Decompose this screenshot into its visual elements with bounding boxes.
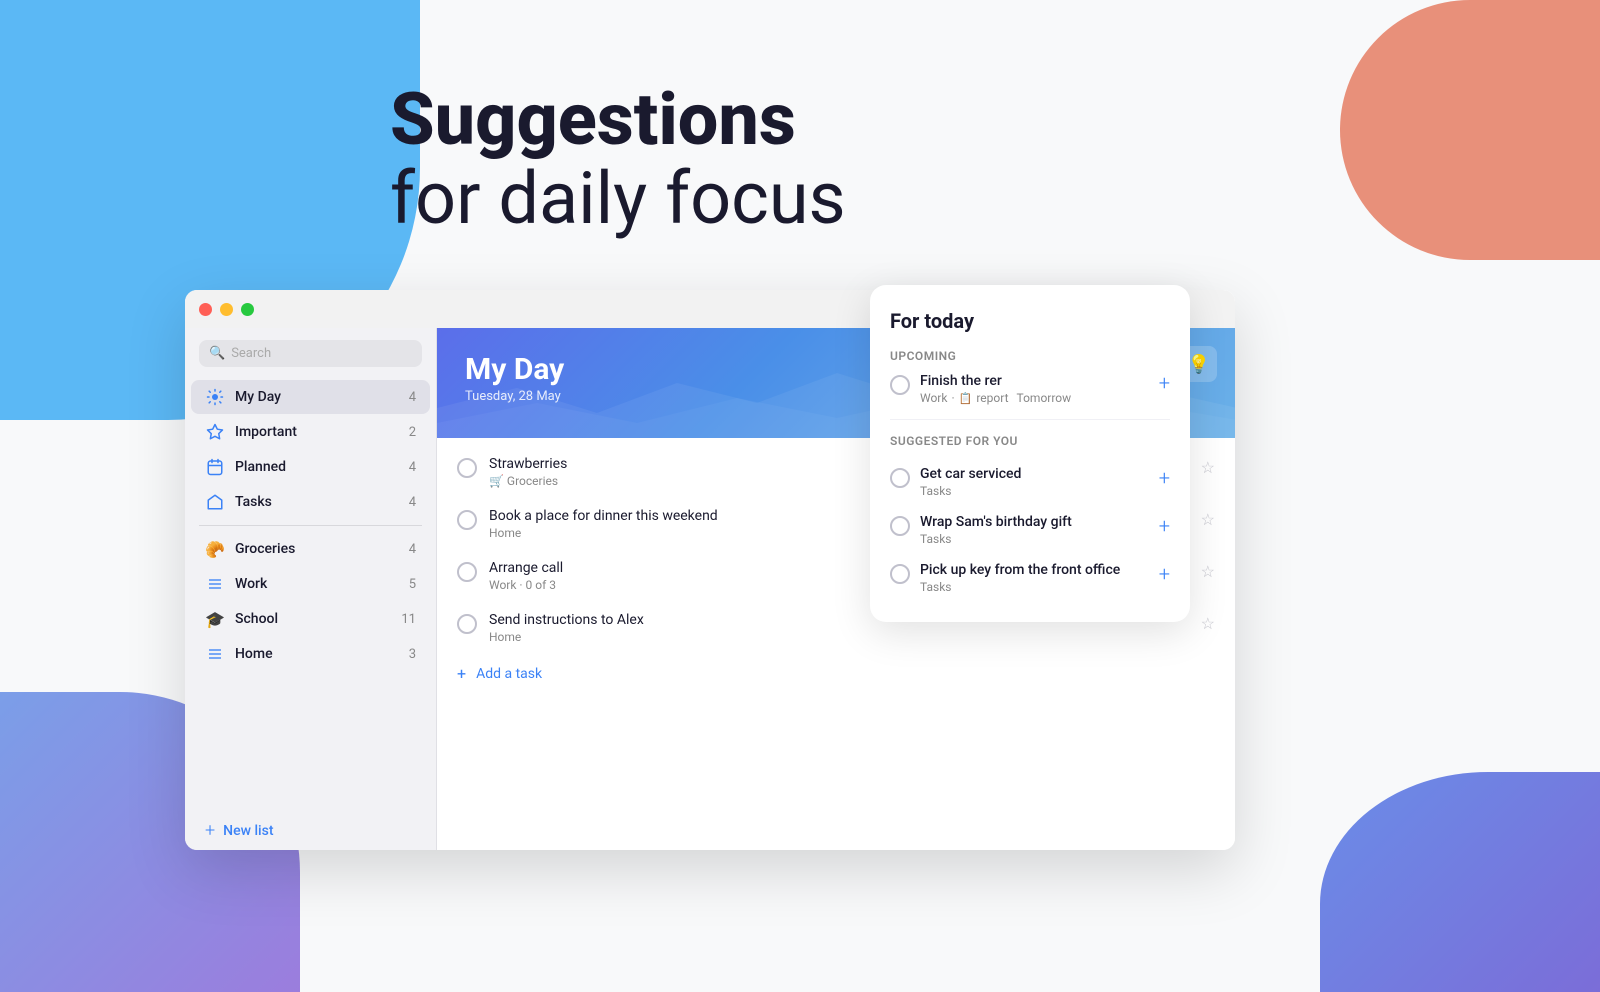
sidebar-item-planned[interactable]: Planned 4 (191, 450, 430, 484)
suggested-add-button[interactable]: + (1159, 466, 1170, 490)
list-icon-home (205, 644, 225, 664)
sidebar-item-my-day-label: My Day (235, 389, 399, 405)
hero-title: Suggestions (390, 80, 846, 159)
suggested-item-2: Wrap Sam's birthday gift Tasks + (890, 506, 1170, 554)
sidebar-item-home-count: 3 (409, 647, 416, 662)
suggested-item-1: Get car serviced Tasks + (890, 458, 1170, 506)
fullscreen-button[interactable] (241, 303, 254, 316)
upcoming-meta: Work · 📋 report Tomorrow (920, 391, 1149, 405)
suggested-title: Pick up key from the front office (920, 562, 1149, 578)
calendar-mini-icon: 📋 (959, 392, 973, 405)
sidebar-item-my-day-count: 4 (409, 390, 416, 405)
upcoming-title: Finish the rer (920, 373, 1149, 389)
task-checkbox[interactable] (457, 614, 477, 634)
for-today-panel: For today Upcoming Finish the rer Work ·… (870, 285, 1190, 622)
school-icon: 🎓 (205, 609, 225, 629)
sidebar-item-home-label: Home (235, 646, 399, 662)
suggested-item-3: Pick up key from the front office Tasks … (890, 554, 1170, 602)
list-icon-work (205, 574, 225, 594)
hero-section: Suggestions for daily focus (390, 80, 846, 238)
sidebar: 🔍 Search My Day 4 (185, 290, 437, 850)
hero-subtitle: for daily focus (390, 159, 846, 238)
sidebar-item-home[interactable]: Home 3 (191, 637, 430, 671)
sidebar-item-my-day[interactable]: My Day 4 (191, 380, 430, 414)
search-icon: 🔍 (209, 346, 225, 361)
suggested-label: Suggested for you (890, 434, 1170, 448)
add-task-button[interactable]: + Add a task (437, 654, 1235, 693)
new-list-label: New list (223, 823, 273, 839)
plus-icon: + (457, 664, 466, 683)
upcoming-meta-list: Work (920, 391, 947, 405)
task-checkbox[interactable] (457, 510, 477, 530)
add-task-label: Add a task (476, 666, 542, 682)
task-subtitle: Home (489, 630, 1189, 644)
sun-icon (205, 387, 225, 407)
sidebar-item-work-count: 5 (409, 577, 416, 592)
suggested-checkbox[interactable] (890, 516, 910, 536)
minimize-button[interactable] (220, 303, 233, 316)
bg-coral-top-right (1340, 0, 1600, 260)
sidebar-item-work-label: Work (235, 576, 399, 592)
sidebar-item-school-count: 11 (401, 612, 416, 627)
suggested-list: Tasks (920, 532, 1149, 546)
upcoming-item: Finish the rer Work · 📋 report Tomorrow … (890, 373, 1170, 420)
sidebar-item-planned-label: Planned (235, 459, 399, 475)
suggested-title: Wrap Sam's birthday gift (920, 514, 1149, 530)
groceries-icon: 🥐 (205, 539, 225, 559)
upcoming-content: Finish the rer Work · 📋 report Tomorrow (920, 373, 1149, 405)
for-today-title: For today (890, 309, 1170, 333)
task-checkbox[interactable] (457, 562, 477, 582)
upcoming-checkbox[interactable] (890, 375, 910, 395)
search-bar[interactable]: 🔍 Search (199, 340, 422, 367)
nav-divider (199, 525, 422, 526)
sidebar-item-groceries[interactable]: 🥐 Groceries 4 (191, 532, 430, 566)
suggested-checkbox[interactable] (890, 564, 910, 584)
upcoming-meta-date: Tomorrow (1017, 391, 1072, 405)
task-checkbox[interactable] (457, 458, 477, 478)
suggested-add-button[interactable]: + (1159, 514, 1170, 538)
upcoming-label: Upcoming (890, 349, 1170, 363)
suggested-title: Get car serviced (920, 466, 1149, 482)
star-icon[interactable]: ☆ (1201, 510, 1215, 529)
sidebar-item-work[interactable]: Work 5 (191, 567, 430, 601)
star-icon[interactable]: ☆ (1201, 562, 1215, 581)
plus-icon: + (205, 820, 215, 841)
suggested-list: Tasks (920, 484, 1149, 498)
sidebar-item-school-label: School (235, 611, 391, 627)
suggested-list: Tasks (920, 580, 1149, 594)
suggested-content: Wrap Sam's birthday gift Tasks (920, 514, 1149, 546)
suggested-checkbox[interactable] (890, 468, 910, 488)
sidebar-item-planned-count: 4 (409, 460, 416, 475)
star-icon[interactable]: ☆ (1201, 458, 1215, 477)
star-icon[interactable]: ☆ (1201, 614, 1215, 633)
suggested-content: Pick up key from the front office Tasks (920, 562, 1149, 594)
new-list-button[interactable]: + New list (191, 812, 430, 849)
sidebar-item-groceries-label: Groceries (235, 541, 399, 557)
suggested-section: Suggested for you Get car serviced Tasks… (890, 434, 1170, 602)
search-input[interactable]: Search (231, 346, 271, 361)
sidebar-item-tasks-label: Tasks (235, 494, 399, 510)
sidebar-item-tasks-count: 4 (409, 495, 416, 510)
suggested-content: Get car serviced Tasks (920, 466, 1149, 498)
star-icon (205, 422, 225, 442)
sidebar-item-important[interactable]: Important 2 (191, 415, 430, 449)
sidebar-item-tasks[interactable]: Tasks 4 (191, 485, 430, 519)
upcoming-add-button[interactable]: + (1159, 373, 1170, 393)
sidebar-item-groceries-count: 4 (409, 542, 416, 557)
upcoming-meta-type: report (976, 391, 1008, 405)
sidebar-item-important-count: 2 (409, 425, 416, 440)
suggested-add-button[interactable]: + (1159, 562, 1170, 586)
sidebar-item-important-label: Important (235, 424, 399, 440)
home-icon (205, 492, 225, 512)
close-button[interactable] (199, 303, 212, 316)
bg-blue-bottom-right (1320, 772, 1600, 992)
calendar-icon (205, 457, 225, 477)
nav-items: My Day 4 Important 2 (185, 375, 436, 811)
sidebar-item-school[interactable]: 🎓 School 11 (191, 602, 430, 636)
